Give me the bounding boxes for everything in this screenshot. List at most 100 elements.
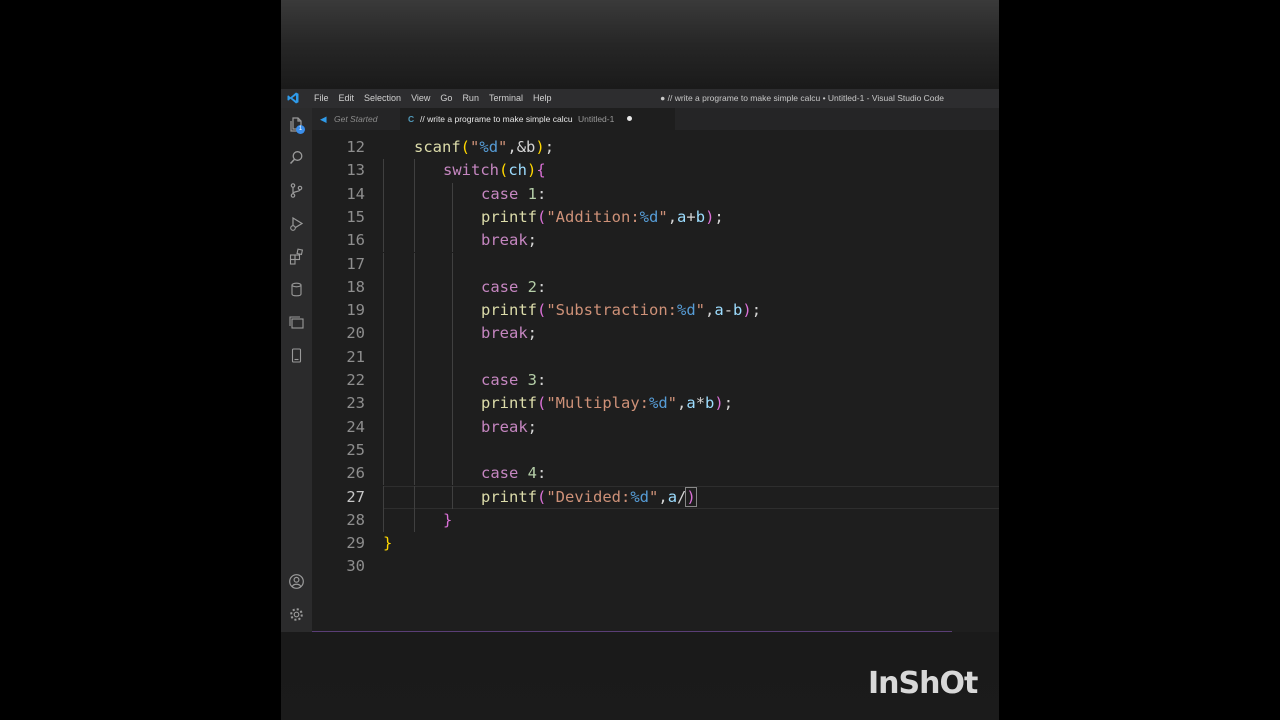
- code-token: switch: [443, 161, 499, 180]
- indent-guide: [383, 252, 384, 276]
- code-token: ,: [507, 138, 517, 156]
- line-number: 15: [346, 207, 365, 226]
- indent-guide: [414, 275, 415, 300]
- code-token: 2: [527, 277, 538, 296]
- tabs-bar: ◀ Get Started C // write a programe to mak…: [312, 108, 999, 130]
- code-line[interactable]: 18 case 2:: [312, 275, 999, 300]
- code-line[interactable]: 26 case 4:: [312, 462, 999, 486]
- code-text: case 2:: [481, 276, 546, 299]
- line-number: 23: [346, 394, 365, 413]
- code-line[interactable]: 16 break;: [312, 229, 999, 253]
- menu-selection[interactable]: Selection: [359, 93, 406, 104]
- indent-guide: [452, 392, 453, 416]
- line-number: 19: [346, 301, 365, 320]
- tab-untitled-1[interactable]: C // write a programe to make simple calc…: [400, 108, 675, 130]
- code-line[interactable]: 23 printf("Multiplay:%d",a*b);: [312, 392, 999, 416]
- code-token: "Substraction:: [546, 301, 677, 320]
- code-token: ": [658, 207, 668, 226]
- code-line[interactable]: 19 printf("Substraction:%d",a-b);: [312, 299, 999, 323]
- code-token: ): [705, 207, 715, 226]
- source-control-icon[interactable]: [288, 182, 305, 199]
- indent-guide: [452, 205, 453, 230]
- indent-guide: [414, 485, 415, 509]
- run-debug-icon[interactable]: [288, 215, 305, 232]
- code-line[interactable]: 30: [312, 555, 999, 578]
- code-line[interactable]: 27 printf("Devided:%d",a/): [312, 485, 999, 509]
- code-line[interactable]: 25: [312, 438, 999, 463]
- code-line[interactable]: 28}: [312, 508, 999, 533]
- code-line[interactable]: 15 printf("Addition:%d",a+b);: [312, 205, 999, 230]
- code-editor[interactable]: 12 scanf("%d",&b); 13 switch(ch){14 case 1: 1…: [312, 130, 999, 632]
- code-token: ;: [527, 324, 538, 343]
- code-token: printf: [481, 394, 537, 413]
- code-text: }: [383, 532, 392, 555]
- code-line[interactable]: 20 break;: [312, 322, 999, 346]
- code-token: {: [536, 161, 546, 180]
- indent-guide: [414, 462, 415, 486]
- code-line[interactable]: 13 switch(ch){: [312, 159, 999, 183]
- line-number: 25: [346, 440, 365, 459]
- code-token: %d: [630, 487, 650, 506]
- code-line[interactable]: 22 case 3:: [312, 369, 999, 393]
- code-text: switch(ch){: [443, 159, 546, 182]
- code-token: a: [667, 487, 678, 506]
- search-icon[interactable]: [288, 149, 305, 166]
- menu-terminal[interactable]: Terminal: [484, 93, 528, 104]
- device-icon[interactable]: [288, 347, 305, 364]
- indent-guide: [383, 369, 384, 393]
- line-number: 13: [346, 161, 365, 180]
- code-line[interactable]: 14 case 1:: [312, 182, 999, 206]
- c-file-icon: C: [408, 114, 415, 124]
- remote-explorer-icon[interactable]: [288, 314, 305, 331]
- indent-guide: [383, 322, 384, 346]
- code-line[interactable]: 29}: [312, 532, 999, 555]
- menu-view[interactable]: View: [406, 93, 435, 104]
- code-token: b: [705, 394, 715, 413]
- code-token: a: [714, 301, 724, 320]
- indent-guide: [452, 485, 453, 509]
- extensions-icon[interactable]: [288, 248, 305, 265]
- menu-file[interactable]: File: [309, 93, 334, 104]
- code-token: (: [460, 138, 471, 156]
- code-token: ,: [705, 301, 715, 320]
- code-line[interactable]: 17: [312, 252, 999, 276]
- code-token: "Multiplay:: [546, 394, 649, 413]
- code-token: ): [714, 394, 724, 413]
- menu-go[interactable]: Go: [435, 93, 457, 104]
- inshot-watermark: InShOt: [868, 666, 978, 701]
- account-icon[interactable]: [288, 573, 305, 590]
- window-title: ● // write a programe to make simple cal…: [660, 93, 944, 103]
- code-text: printf("Addition:%d",a+b);: [481, 206, 724, 229]
- code-line[interactable]: 21: [312, 345, 999, 369]
- code-token: ": [667, 394, 678, 413]
- code-text: printf("Devided:%d",a/): [481, 486, 697, 509]
- code-line[interactable]: 12 scanf("%d",&b);: [312, 136, 999, 159]
- database-icon[interactable]: [288, 281, 305, 298]
- code-text: break;: [481, 229, 537, 252]
- menu-run[interactable]: Run: [457, 93, 484, 104]
- menu-help[interactable]: Help: [528, 93, 557, 104]
- code-line[interactable]: 24 break;: [312, 415, 999, 439]
- code-text: printf("Multiplay:%d",a*b);: [481, 392, 733, 415]
- code-token: ,: [677, 394, 687, 413]
- code-token: 4: [527, 464, 538, 483]
- indent-guide: [383, 205, 384, 230]
- line-number: 17: [346, 254, 365, 273]
- code-token: ,: [658, 487, 668, 506]
- unsaved-dot-icon[interactable]: [626, 116, 632, 121]
- menu-edit[interactable]: Edit: [334, 93, 360, 104]
- code-token: ": [470, 138, 480, 156]
- code-token: case: [481, 371, 519, 389]
- code-token: a: [686, 394, 696, 413]
- indent-guide: [383, 275, 384, 300]
- indent-guide: [383, 392, 384, 416]
- line-number: 26: [346, 464, 365, 483]
- tab-get-started[interactable]: ◀ Get Started: [320, 108, 400, 130]
- gear-icon[interactable]: [288, 606, 305, 623]
- code-token: b: [733, 301, 743, 320]
- code-token: ": [498, 138, 508, 156]
- indent-guide: [383, 229, 384, 253]
- code-token: :: [537, 371, 547, 389]
